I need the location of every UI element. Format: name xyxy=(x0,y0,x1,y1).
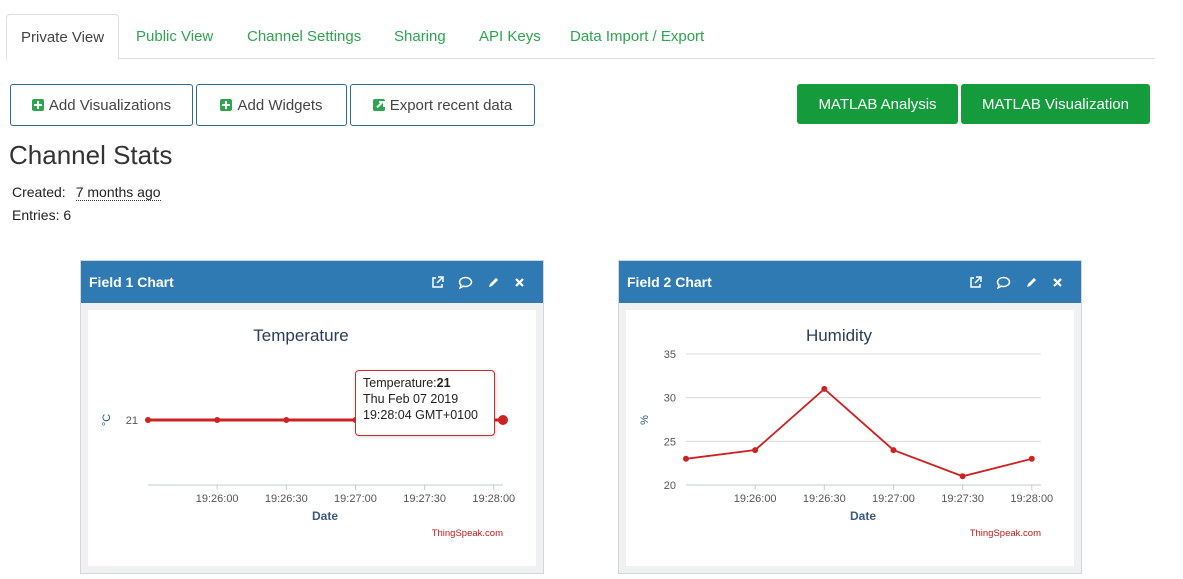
external-link-icon[interactable] xyxy=(431,275,444,289)
field2-chart-panel: Field 2 Chart Humidity 20 25 30 35% 19:26:00 1… xyxy=(618,260,1082,574)
x-tick-label: 19:27:30 xyxy=(403,493,446,505)
tooltip-date: Thu Feb 07 2019 xyxy=(363,392,459,406)
export-icon xyxy=(372,99,385,111)
x-tick-label: 19:26:00 xyxy=(196,493,239,505)
data-point xyxy=(890,447,897,454)
x-tick-label: 19:26:30 xyxy=(803,493,846,505)
tab-sharing[interactable]: Sharing xyxy=(380,14,460,59)
data-point xyxy=(214,417,221,423)
x-tick-label: 19:26:00 xyxy=(734,493,777,505)
data-point xyxy=(498,415,508,425)
matlab-analysis-button[interactable]: MATLAB Analysis xyxy=(797,84,958,124)
tab-bar: Private View Public View Channel Setting… xyxy=(6,14,1155,60)
data-point xyxy=(145,417,151,423)
x-tick-label: 19:28:00 xyxy=(1010,493,1053,505)
add-widgets-label: Add Widgets xyxy=(237,96,323,114)
x-tick-label: 19:26:30 xyxy=(265,493,308,505)
external-link-icon[interactable] xyxy=(969,275,982,289)
created-value: 7 months ago xyxy=(75,184,161,201)
close-icon[interactable] xyxy=(514,277,525,288)
watermark-label: ThingSpeak.com xyxy=(432,528,503,539)
comment-icon[interactable] xyxy=(996,276,1011,289)
data-point xyxy=(1028,455,1035,462)
y-axis-label: % xyxy=(639,415,651,425)
export-recent-data-label: Export recent data xyxy=(389,96,513,114)
matlab-visualization-button[interactable]: MATLAB Visualization xyxy=(961,84,1150,124)
chart-title: Temperature xyxy=(253,326,348,345)
x-tick-label: 19:27:00 xyxy=(334,493,377,505)
watermark-label: ThingSpeak.com xyxy=(970,528,1041,539)
pencil-icon[interactable] xyxy=(1025,276,1038,289)
entries-stat: Entries: 6 xyxy=(12,207,71,223)
panel-title: Field 2 Chart xyxy=(627,274,712,290)
add-widgets-button[interactable]: Add Widgets xyxy=(196,84,347,126)
data-point xyxy=(683,455,689,462)
chart-title: Humidity xyxy=(806,326,873,345)
tab-public-view[interactable]: Public View xyxy=(122,14,227,59)
y-tick-label: 30 xyxy=(664,393,676,405)
x-axis-label: Date xyxy=(312,509,338,523)
panel-header: Field 1 Chart xyxy=(81,261,543,303)
pencil-icon[interactable] xyxy=(487,276,500,289)
y-tick-label: 25 xyxy=(664,436,676,448)
temperature-chart: Temperature 21 °C 19:26:00 19:26:30 19:27:00 1… xyxy=(101,326,515,539)
data-point xyxy=(752,447,759,454)
field1-chart-panel: Field 1 Chart Temperature 21 °C 19:26:00 19:… xyxy=(80,260,544,574)
y-tick-label: 21 xyxy=(126,415,138,427)
x-tick-label: 19:27:00 xyxy=(872,493,915,505)
data-point xyxy=(283,417,290,423)
chart-area: Humidity 20 25 30 35% 19:26:00 19:26:30 19:27:0… xyxy=(625,309,1075,567)
y-tick-label: 35 xyxy=(664,349,676,361)
created-stat: Created: 7 months ago xyxy=(12,184,161,201)
entries-value: 6 xyxy=(63,207,72,223)
tooltip-value: 21 xyxy=(436,376,451,390)
plus-icon xyxy=(220,99,233,111)
export-recent-data-button[interactable]: Export recent data xyxy=(350,84,535,126)
y-tick-label: 20 xyxy=(664,480,676,492)
tab-channel-settings[interactable]: Channel Settings xyxy=(233,14,375,59)
add-visualizations-button[interactable]: Add Visualizations xyxy=(10,84,193,126)
x-tick-label: 19:28:00 xyxy=(472,493,515,505)
chart-area: Temperature 21 °C 19:26:00 19:26:30 19:27:00 1… xyxy=(87,309,537,567)
entries-label: Entries: xyxy=(12,207,60,223)
comment-icon[interactable] xyxy=(458,276,473,289)
tooltip-time: 19:28:04 GMT+0100 xyxy=(363,408,479,422)
humidity-chart: Humidity 20 25 30 35% 19:26:00 19:26:30 19:27:0… xyxy=(639,326,1053,539)
series-line xyxy=(685,387,1032,478)
panel-header: Field 2 Chart xyxy=(619,261,1081,303)
plus-icon xyxy=(31,99,44,111)
tab-private-view[interactable]: Private View xyxy=(6,14,120,60)
add-visualizations-label: Add Visualizations xyxy=(48,96,172,114)
tooltip-label: Temperature: xyxy=(363,376,437,390)
x-tick-label: 19:27:30 xyxy=(941,493,984,505)
chart-tooltip: Temperature:21 Thu Feb 07 2019 19:28:04 … xyxy=(355,370,495,436)
created-label: Created: xyxy=(12,184,66,200)
page-title: Channel Stats xyxy=(9,140,173,170)
tab-data-import-export[interactable]: Data Import / Export xyxy=(556,14,718,59)
x-axis-label: Date xyxy=(850,509,876,523)
panel-title: Field 1 Chart xyxy=(89,274,174,290)
data-point xyxy=(821,385,828,392)
y-axis-label: °C xyxy=(101,414,113,426)
data-point xyxy=(959,473,966,480)
tab-api-keys[interactable]: API Keys xyxy=(465,14,555,59)
close-icon[interactable] xyxy=(1052,277,1063,288)
